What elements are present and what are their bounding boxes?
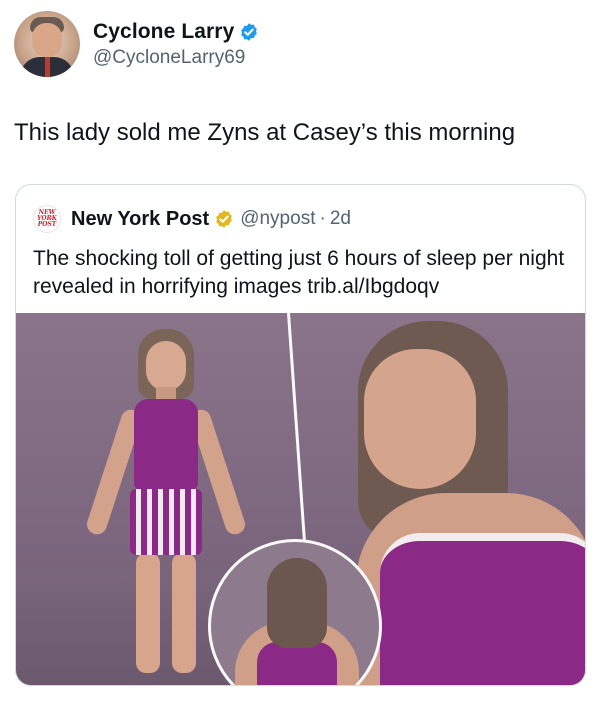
figure-tank-top xyxy=(134,399,198,491)
close-up-face xyxy=(364,349,476,489)
tweet-header: Cyclone Larry @CycloneLarry69 xyxy=(14,11,259,77)
figure-head xyxy=(146,341,186,391)
inset-tank-top xyxy=(257,642,337,685)
avatar-tie xyxy=(45,57,50,77)
tweet-text: This lady sold me Zyns at Casey’s this m… xyxy=(14,119,516,146)
quoted-tweet-header: NEW YORK POST New York Post @nypost · 2d xyxy=(33,205,351,233)
meta-separator: · xyxy=(319,208,326,229)
author-names: Cyclone Larry @CycloneLarry69 xyxy=(93,20,259,69)
blue-check-icon[interactable] xyxy=(239,22,259,42)
quoted-tweet-text: The shocking toll of getting just 6 hour… xyxy=(33,247,565,298)
gold-check-icon[interactable] xyxy=(214,209,234,229)
quoted-timestamp[interactable]: 2d xyxy=(330,208,351,230)
author-display-name[interactable]: Cyclone Larry xyxy=(93,20,234,44)
author-handle[interactable]: @CycloneLarry69 xyxy=(93,47,259,69)
quoted-tweet-card[interactable]: NEW YORK POST New York Post @nypost · 2d… xyxy=(15,184,586,686)
inset-hair xyxy=(267,558,327,648)
logo-text: NEW YORK POST xyxy=(37,209,57,228)
figure-striped-shorts xyxy=(130,489,202,555)
display-name-row: Cyclone Larry xyxy=(93,20,259,44)
quoted-author-handle[interactable]: @nypost xyxy=(240,208,315,230)
author-avatar[interactable] xyxy=(14,11,80,77)
avatar-face xyxy=(32,23,62,57)
new-york-post-logo[interactable]: NEW YORK POST xyxy=(33,205,61,233)
close-up-tank-top xyxy=(380,533,585,685)
quoted-tweet-image[interactable] xyxy=(16,313,585,685)
figure-left-leg xyxy=(136,553,160,673)
figure-right-leg xyxy=(172,553,196,673)
quoted-author-display-name[interactable]: New York Post xyxy=(71,208,209,231)
